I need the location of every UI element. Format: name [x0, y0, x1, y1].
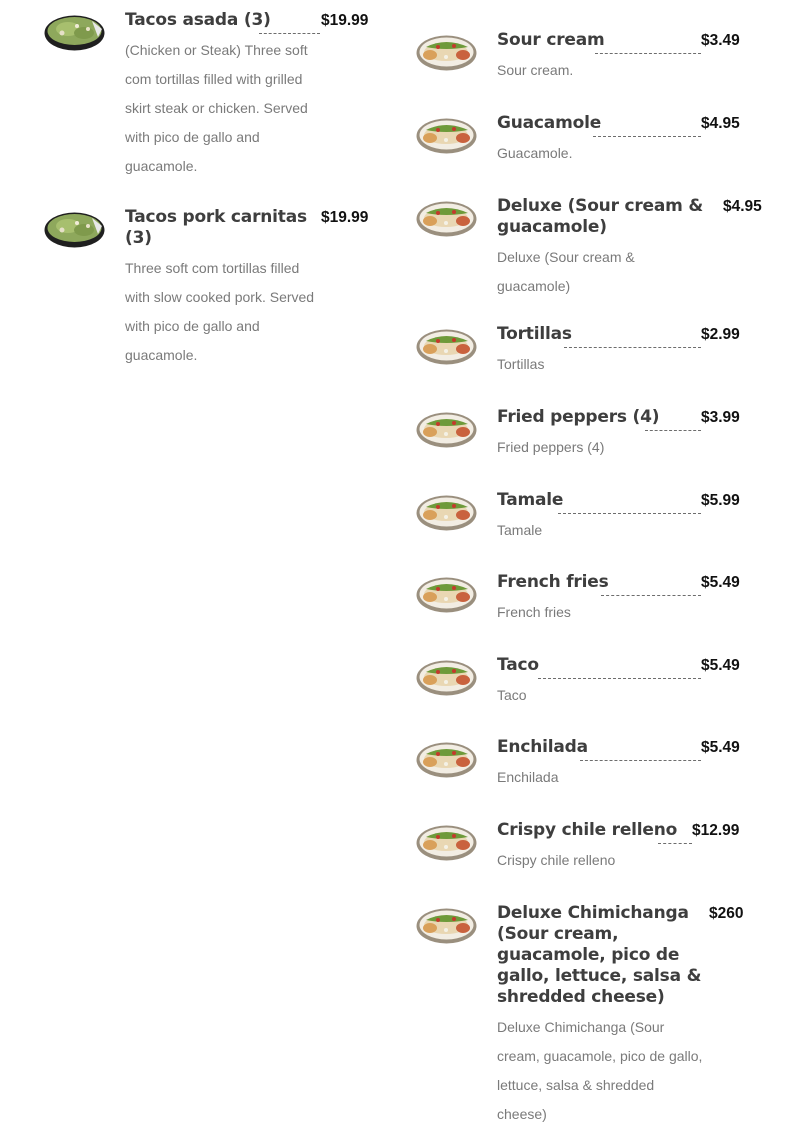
burrito-plate-image [416, 495, 477, 531]
menu-item-price: $5.49 [701, 657, 740, 674]
burrito-plate-image [416, 908, 477, 944]
menu-item-price: $260 [709, 905, 744, 922]
burrito-plate-image [416, 577, 477, 613]
taco-bowl-image [44, 212, 105, 248]
dotted-leader [538, 678, 701, 679]
menu-item-description: Taco [497, 687, 527, 703]
burrito-plate-image [416, 825, 477, 861]
menu-item-price: $5.49 [701, 739, 740, 756]
menu-item-name[interactable]: Tamale [497, 490, 697, 511]
menu-item-price: $2.99 [701, 326, 740, 343]
burrito-plate-image [416, 118, 477, 154]
taco-bowl-image [44, 15, 105, 51]
menu-item-price: $19.99 [321, 209, 369, 226]
menu-item-description: Guacamole. [497, 145, 573, 161]
menu-item-description: Sour cream. [497, 62, 574, 78]
menu-item-name[interactable]: Sour cream [497, 30, 697, 51]
burrito-plate-image [416, 329, 477, 365]
menu-item-description: Enchilada [497, 769, 559, 785]
menu-item-price: $4.95 [701, 115, 740, 132]
burrito-plate-image [416, 660, 477, 696]
menu-item-price: $5.99 [701, 492, 740, 509]
burrito-plate-image [416, 201, 477, 237]
dotted-leader [595, 53, 701, 54]
menu-item-price: $19.99 [321, 12, 369, 29]
menu-item-description: French fries [497, 604, 571, 620]
menu-item-description: Deluxe (Sour cream & guacamole) [497, 249, 635, 294]
menu-item-name[interactable]: Tortillas [497, 324, 697, 345]
menu-item-name[interactable]: French fries [497, 572, 697, 593]
menu-item-name[interactable]: Deluxe (Sour cream & guacamole) [497, 196, 723, 238]
menu-item-name[interactable]: Tacos asada (3) [125, 10, 325, 31]
menu-item-name[interactable]: Taco [497, 655, 697, 676]
dotted-leader [645, 430, 701, 431]
burrito-plate-image [416, 35, 477, 71]
dotted-leader [259, 33, 320, 34]
menu-item-description: Crispy chile relleno [497, 852, 616, 868]
menu-item-name[interactable]: Enchilada [497, 737, 697, 758]
menu-item-price: $3.49 [701, 32, 740, 49]
menu-item-description: Deluxe Chimichanga (Sour cream, guacamol… [497, 1019, 703, 1122]
dotted-leader [580, 760, 701, 761]
menu-item-description: Tamale [497, 522, 543, 538]
menu-item-description: Tortillas [497, 356, 545, 372]
menu-item-description: Three soft com tortillas filled with slo… [125, 260, 315, 363]
menu-item-name[interactable]: Tacos pork carnitas (3) [125, 207, 325, 249]
menu-item-name[interactable]: Crispy chile relleno [497, 820, 697, 841]
menu-item-name[interactable]: Deluxe Chimichanga (Sour cream, guacamol… [497, 903, 709, 1008]
dotted-leader [564, 347, 701, 348]
menu-item-price: $4.95 [723, 198, 762, 215]
dotted-leader [658, 843, 692, 844]
menu-item-price: $5.49 [701, 574, 740, 591]
dotted-leader [593, 136, 701, 137]
dotted-leader [558, 513, 701, 514]
menu-item-name[interactable]: Guacamole [497, 113, 697, 134]
menu-item-price: $12.99 [692, 822, 740, 839]
burrito-plate-image [416, 742, 477, 778]
menu-item-price: $3.99 [701, 409, 740, 426]
menu-item-description: Fried peppers (4) [497, 439, 605, 455]
dotted-leader [601, 595, 701, 596]
menu-item-name[interactable]: Fried peppers (4) [497, 407, 697, 428]
menu-item-description: (Chicken or Steak) Three soft com tortil… [125, 42, 308, 174]
burrito-plate-image [416, 412, 477, 448]
